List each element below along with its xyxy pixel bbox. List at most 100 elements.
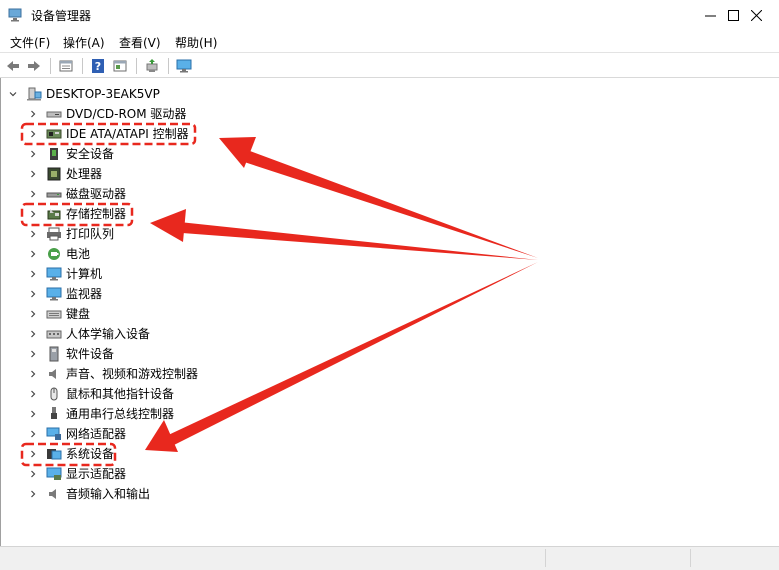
tree-item[interactable]: 显示适配器 bbox=[28, 464, 126, 484]
device-tree: DESKTOP-3EAK5VP DVD/CD-ROM 驱动器 IDE ATA/AT… bbox=[0, 78, 779, 546]
chevron-right-icon[interactable] bbox=[28, 429, 38, 439]
tree-item[interactable]: 人体学输入设备 bbox=[28, 324, 150, 344]
hid-icon bbox=[46, 326, 62, 342]
tree-item-label: 电池 bbox=[66, 247, 91, 261]
chevron-right-icon[interactable] bbox=[28, 209, 38, 219]
tree-item-label: 软件设备 bbox=[66, 347, 115, 361]
chevron-right-icon[interactable] bbox=[28, 349, 38, 359]
title-bar: 设备管理器 bbox=[0, 0, 779, 30]
tree-root[interactable]: DESKTOP-3EAK5VP bbox=[8, 84, 160, 104]
chevron-right-icon[interactable] bbox=[28, 409, 38, 419]
help-icon: ? bbox=[92, 59, 104, 73]
menu-file[interactable]: 文件(F) bbox=[10, 34, 50, 51]
tree-item-label: 声音、视频和游戏控制器 bbox=[66, 367, 199, 381]
chevron-right-icon[interactable] bbox=[28, 229, 38, 239]
tree-root-label: DESKTOP-3EAK5VP bbox=[46, 87, 160, 101]
tree-item[interactable]: 通用串行总线控制器 bbox=[28, 404, 174, 424]
computer-icon bbox=[46, 266, 62, 282]
chevron-right-icon[interactable] bbox=[28, 109, 38, 119]
disk-drive-icon bbox=[46, 186, 62, 202]
tree-item[interactable]: 存储控制器 bbox=[28, 204, 126, 224]
tree-item-label: 音频输入和输出 bbox=[66, 487, 151, 501]
system-device-icon bbox=[46, 446, 62, 462]
help-button[interactable]: ? bbox=[89, 57, 107, 75]
tree-item[interactable]: 监视器 bbox=[28, 284, 102, 304]
chevron-right-icon[interactable] bbox=[28, 469, 38, 479]
tree-item[interactable]: 系统设备 bbox=[28, 444, 114, 464]
chevron-right-icon[interactable] bbox=[28, 129, 38, 139]
security-device-icon bbox=[46, 146, 62, 162]
chevron-right-icon[interactable] bbox=[28, 169, 38, 179]
scan-hardware-button[interactable] bbox=[175, 57, 193, 75]
back-button[interactable] bbox=[4, 57, 22, 75]
status-pane bbox=[690, 549, 691, 567]
chevron-right-icon[interactable] bbox=[28, 449, 38, 459]
tree-item[interactable]: 声音、视频和游戏控制器 bbox=[28, 364, 198, 384]
tree-item-label: DVD/CD-ROM 驱动器 bbox=[66, 107, 187, 121]
tree-item[interactable]: 网络适配器 bbox=[28, 424, 126, 444]
chevron-right-icon[interactable] bbox=[28, 329, 38, 339]
tree-item[interactable]: 鼠标和其他指针设备 bbox=[28, 384, 174, 404]
chevron-right-icon[interactable] bbox=[28, 309, 38, 319]
tree-item[interactable]: 电池 bbox=[28, 244, 90, 264]
forward-button[interactable] bbox=[25, 57, 43, 75]
monitor-icon bbox=[46, 286, 62, 302]
tree-item[interactable]: 安全设备 bbox=[28, 144, 114, 164]
chevron-right-icon[interactable] bbox=[28, 369, 38, 379]
tree-item-label: 显示适配器 bbox=[66, 467, 127, 481]
speaker-icon bbox=[46, 366, 62, 382]
audio-io-icon bbox=[46, 486, 62, 502]
chevron-right-icon[interactable] bbox=[28, 489, 38, 499]
processor-icon bbox=[46, 166, 62, 182]
properties-icon bbox=[59, 60, 73, 72]
tree-item-label: 人体学输入设备 bbox=[66, 327, 151, 341]
tree-item[interactable]: 磁盘驱动器 bbox=[28, 184, 126, 204]
tree-item-label: 计算机 bbox=[66, 267, 103, 281]
view-button[interactable] bbox=[111, 57, 129, 75]
chevron-right-icon[interactable] bbox=[28, 389, 38, 399]
chevron-right-icon[interactable] bbox=[28, 189, 38, 199]
software-device-icon bbox=[46, 346, 62, 362]
menu-view[interactable]: 查看(V) bbox=[119, 34, 161, 51]
window-title: 设备管理器 bbox=[31, 9, 92, 23]
computer-root-icon bbox=[26, 86, 42, 102]
tree-item-label: 安全设备 bbox=[66, 147, 115, 161]
tree-item[interactable]: DVD/CD-ROM 驱动器 bbox=[28, 104, 186, 124]
close-button[interactable] bbox=[733, 0, 779, 30]
printer-icon bbox=[46, 226, 62, 242]
chevron-right-icon[interactable] bbox=[28, 289, 38, 299]
tree-item-label: 打印队列 bbox=[66, 227, 115, 241]
tree-item[interactable]: 音频输入和输出 bbox=[28, 484, 150, 504]
chevron-right-icon[interactable] bbox=[28, 149, 38, 159]
back-arrow-icon bbox=[7, 61, 19, 71]
status-bar bbox=[0, 546, 779, 570]
tree-item-label: 键盘 bbox=[66, 307, 91, 321]
toolbar: ? bbox=[0, 52, 779, 78]
tree-item[interactable]: 计算机 bbox=[28, 264, 102, 284]
battery-icon bbox=[46, 246, 62, 262]
network-adapter-icon bbox=[46, 426, 62, 442]
usb-icon bbox=[46, 406, 62, 422]
menu-action[interactable]: 操作(A) bbox=[63, 34, 105, 51]
properties-button[interactable] bbox=[57, 57, 75, 75]
close-icon bbox=[750, 9, 762, 21]
chevron-right-icon[interactable] bbox=[28, 249, 38, 259]
tree-item-label: 通用串行总线控制器 bbox=[66, 407, 175, 421]
update-driver-button[interactable] bbox=[143, 57, 161, 75]
chevron-down-icon[interactable] bbox=[8, 89, 18, 99]
tree-item[interactable]: IDE ATA/ATAPI 控制器 bbox=[28, 124, 189, 144]
view-icon bbox=[113, 60, 127, 72]
tree-item[interactable]: 处理器 bbox=[28, 164, 102, 184]
tree-item[interactable]: 软件设备 bbox=[28, 344, 114, 364]
tree-item-label: 处理器 bbox=[66, 167, 103, 181]
tree-item-label: 网络适配器 bbox=[66, 427, 127, 441]
menu-help[interactable]: 帮助(H) bbox=[175, 34, 217, 51]
forward-arrow-icon bbox=[28, 61, 40, 71]
status-pane bbox=[545, 549, 546, 567]
tree-item[interactable]: 打印队列 bbox=[28, 224, 114, 244]
tree-item[interactable]: 键盘 bbox=[28, 304, 90, 324]
mouse-icon bbox=[46, 386, 62, 402]
chevron-right-icon[interactable] bbox=[28, 269, 38, 279]
svg-text:?: ? bbox=[95, 60, 101, 73]
device-manager-icon bbox=[8, 8, 22, 22]
